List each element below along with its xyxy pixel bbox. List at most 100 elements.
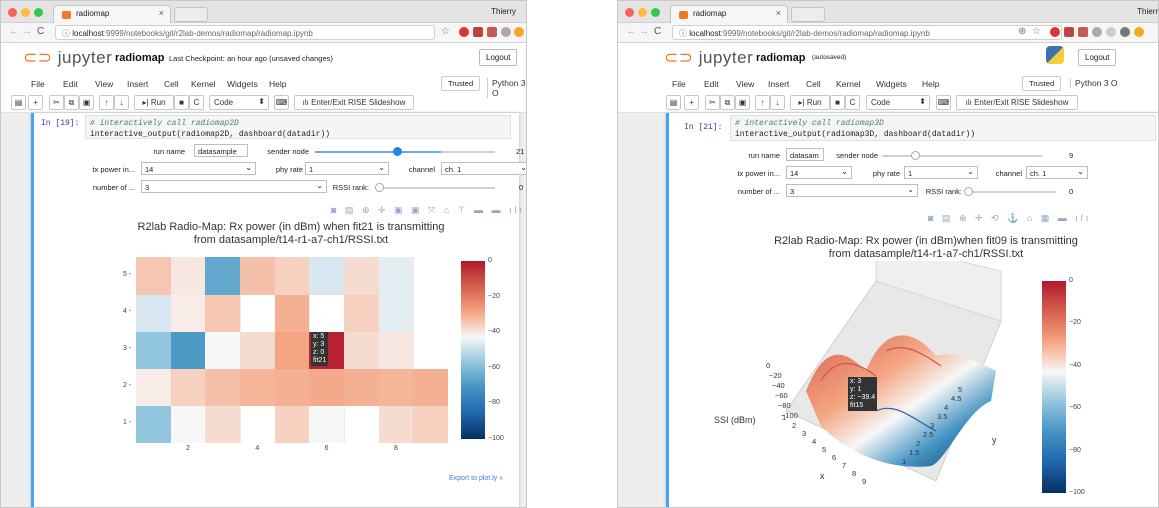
heatmap-cell[interactable] <box>344 405 380 443</box>
heatmap-cell[interactable] <box>309 405 345 443</box>
heatmap-cell[interactable] <box>170 368 206 406</box>
heatmap-cell[interactable] <box>170 294 206 332</box>
menu-cell[interactable]: Cell <box>164 79 179 89</box>
run-button[interactable]: ▸| Run <box>790 95 830 110</box>
back-icon[interactable]: ← <box>626 26 636 37</box>
new-tab-button[interactable] <box>791 7 825 22</box>
copy-icon[interactable]: ⧉ <box>720 95 735 110</box>
run-name-input[interactable]: datasam <box>786 148 824 161</box>
number-of-select[interactable]: 3 ⌄ <box>141 180 327 193</box>
browser-tab[interactable]: radiomap × <box>670 5 788 23</box>
rise-slideshow-button[interactable]: ılı Enter/Exit RISE Slideshow <box>956 95 1078 110</box>
cut-icon[interactable]: ✂ <box>49 95 64 110</box>
heatmap-cell[interactable] <box>170 405 206 443</box>
bookmark-star-icon[interactable]: ☆ <box>1032 26 1041 37</box>
heatmap-cell[interactable] <box>136 331 172 369</box>
notebook-name[interactable]: radiomap <box>115 52 165 64</box>
heatmap-cell[interactable] <box>309 294 345 332</box>
heatmap-cell[interactable] <box>274 368 310 406</box>
move-down-icon[interactable]: ↓ <box>770 95 785 110</box>
heatmap-cell[interactable] <box>413 368 449 406</box>
extension-icon[interactable] <box>1120 27 1130 37</box>
cut-icon[interactable]: ✂ <box>705 95 720 110</box>
minimize-window-icon[interactable] <box>638 8 647 17</box>
menu-cell[interactable]: Cell <box>806 79 821 89</box>
close-tab-icon[interactable]: × <box>776 8 781 18</box>
menu-kernel[interactable]: Kernel <box>836 79 861 89</box>
move-up-icon[interactable]: ↑ <box>755 95 770 110</box>
reload-icon[interactable]: C <box>37 26 44 37</box>
heatmap-cell[interactable] <box>205 257 241 295</box>
heatmap-cell[interactable] <box>274 294 310 332</box>
run-button[interactable]: ▸| Run <box>134 95 174 110</box>
phy-rate-select[interactable]: 1 ⌄ <box>904 166 978 179</box>
menu-edit[interactable]: Edit <box>63 79 78 89</box>
extension-icon[interactable] <box>1134 27 1144 37</box>
heatmap-cell[interactable] <box>378 331 414 369</box>
heatmap-cell[interactable] <box>205 331 241 369</box>
sender-node-slider-handle[interactable] <box>393 147 402 156</box>
tx-power-select[interactable]: 14 ⌄ <box>141 162 256 175</box>
heatmap-cell[interactable] <box>136 257 172 295</box>
rssi-rank-slider-handle[interactable] <box>375 183 384 192</box>
stop-icon[interactable]: ■ <box>174 95 189 110</box>
heatmap-cell[interactable] <box>240 294 276 332</box>
menu-insert[interactable]: Insert <box>768 79 789 89</box>
heatmap-cell[interactable] <box>344 294 380 332</box>
heatmap-cell[interactable] <box>205 405 241 443</box>
zoom-window-icon[interactable] <box>651 8 660 17</box>
profile-name[interactable]: Thierry <box>1137 7 1158 16</box>
number-of-select[interactable]: 3 ⌄ <box>786 184 918 197</box>
extension-icon[interactable] <box>1106 27 1116 37</box>
heatmap-cell[interactable] <box>378 294 414 332</box>
insert-cell-icon[interactable]: + <box>28 95 43 110</box>
heatmap-cell[interactable] <box>413 331 449 369</box>
notebook-name[interactable]: radiomap <box>756 52 806 64</box>
browser-tab[interactable]: radiomap × <box>53 5 171 23</box>
restart-icon[interactable]: C <box>189 95 204 110</box>
heatmap-cell[interactable] <box>413 294 449 332</box>
copy-icon[interactable]: ⧉ <box>64 95 79 110</box>
close-window-icon[interactable] <box>625 8 634 17</box>
close-tab-icon[interactable]: × <box>159 8 164 18</box>
heatmap-cell[interactable] <box>344 368 380 406</box>
heatmap-cell[interactable] <box>344 331 380 369</box>
zoom-icon[interactable]: ⊕ <box>1018 26 1026 37</box>
channel-select[interactable]: ch. 1 ⌄ <box>441 162 526 175</box>
extension-icon[interactable] <box>1078 27 1088 37</box>
heatmap-cell[interactable] <box>240 331 276 369</box>
code-cell-input[interactable]: # interactively call radiomap3D interact… <box>730 115 1156 141</box>
heatmap-cell[interactable] <box>240 405 276 443</box>
extension-icon[interactable] <box>1064 27 1074 37</box>
heatmap-cell[interactable] <box>274 257 310 295</box>
move-down-icon[interactable]: ↓ <box>114 95 129 110</box>
heatmap-plot-area[interactable] <box>136 257 449 443</box>
extension-icon[interactable] <box>473 27 483 37</box>
heatmap-cell[interactable] <box>240 257 276 295</box>
heatmap-cell[interactable] <box>136 368 172 406</box>
paste-icon[interactable]: ▣ <box>79 95 94 110</box>
keyboard-icon[interactable]: ⌨ <box>274 95 289 110</box>
trusted-indicator[interactable]: Trusted <box>1022 76 1062 91</box>
rssi-rank-slider[interactable] <box>966 191 1056 193</box>
back-icon[interactable]: ← <box>9 26 19 37</box>
paste-icon[interactable]: ▣ <box>735 95 750 110</box>
move-up-icon[interactable]: ↑ <box>99 95 114 110</box>
heatmap-cell[interactable] <box>309 368 345 406</box>
minimize-window-icon[interactable] <box>21 8 30 17</box>
code-cell-input[interactable]: # interactively call radiomap2D interact… <box>85 115 511 139</box>
close-window-icon[interactable] <box>8 8 17 17</box>
save-icon[interactable]: ▤ <box>11 95 26 110</box>
menu-view[interactable]: View <box>95 79 113 89</box>
heatmap-cell[interactable] <box>378 257 414 295</box>
logout-button[interactable]: Logout <box>1078 49 1117 66</box>
heatmap-cell[interactable] <box>136 405 172 443</box>
jupyter-logo[interactable]: ⊂⊃ jupyter <box>23 48 112 68</box>
cell-type-select[interactable]: Code ⬍ <box>866 95 930 110</box>
surface-3d-plot[interactable] <box>766 261 1066 501</box>
extension-icon[interactable] <box>501 27 511 37</box>
trusted-indicator[interactable]: Trusted <box>441 76 481 91</box>
rise-slideshow-button[interactable]: ılı Enter/Exit RISE Slideshow <box>294 95 414 110</box>
menu-view[interactable]: View <box>736 79 754 89</box>
run-name-input[interactable]: datasample <box>194 144 248 157</box>
